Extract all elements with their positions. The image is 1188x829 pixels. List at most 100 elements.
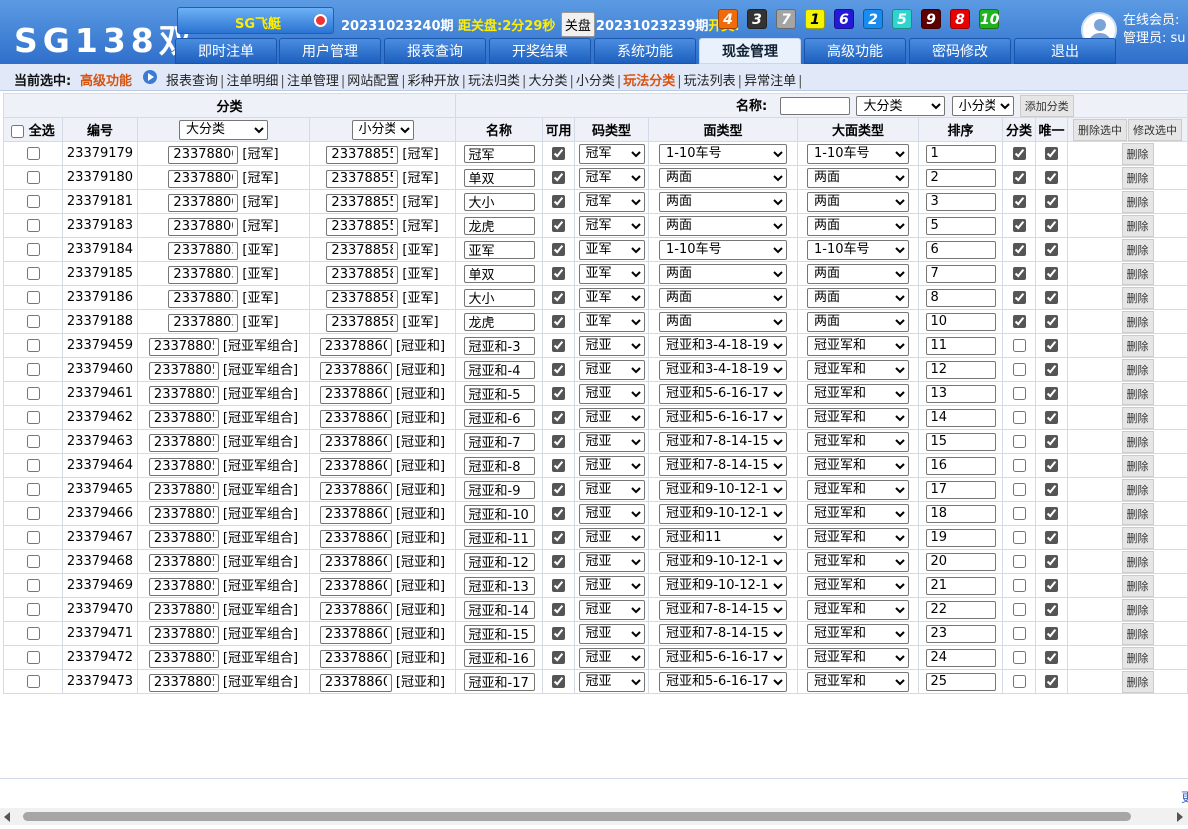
unique-checkbox[interactable]	[1045, 531, 1058, 544]
small-category-id-input[interactable]	[319, 457, 392, 476]
big-face-type-select[interactable]: 冠亚军和	[807, 599, 909, 620]
delete-button[interactable]: 删除	[1121, 286, 1154, 309]
name-input[interactable]	[463, 192, 535, 211]
enabled-checkbox[interactable]	[552, 219, 565, 232]
code-type-select[interactable]: 冠亚	[578, 527, 645, 548]
delete-button[interactable]: 删除	[1121, 358, 1154, 381]
big-category-id-input[interactable]	[148, 409, 219, 428]
unique-checkbox[interactable]	[1045, 219, 1058, 232]
row-checkbox[interactable]	[26, 483, 40, 496]
face-type-select[interactable]: 冠亚和11	[659, 527, 787, 548]
category-checkbox[interactable]	[1012, 651, 1026, 664]
nav-tab[interactable]: 系统功能	[594, 38, 696, 64]
big-face-type-select[interactable]: 两面	[807, 191, 909, 212]
face-type-select[interactable]: 冠亚和7-8-14-15	[659, 455, 787, 476]
small-category-id-input[interactable]	[326, 289, 399, 308]
sort-input[interactable]	[925, 600, 996, 619]
row-checkbox[interactable]	[26, 579, 40, 592]
big-category-id-input[interactable]	[148, 433, 219, 452]
code-type-select[interactable]: 冠亚	[578, 335, 645, 356]
delete-button[interactable]: 删除	[1121, 526, 1154, 549]
unique-checkbox[interactable]	[1045, 267, 1058, 280]
big-face-type-select[interactable]: 两面	[807, 215, 909, 236]
face-type-select[interactable]: 冠亚和9-10-12-13	[659, 551, 787, 572]
sort-input[interactable]	[925, 648, 996, 667]
sort-input[interactable]	[925, 528, 996, 547]
row-checkbox[interactable]	[26, 603, 40, 616]
name-input[interactable]	[463, 384, 535, 403]
delete-button[interactable]: 删除	[1121, 598, 1154, 621]
sort-input[interactable]	[925, 336, 996, 355]
sort-input[interactable]	[925, 576, 996, 595]
face-type-select[interactable]: 冠亚和9-10-12-13	[659, 503, 787, 524]
scroll-left-icon[interactable]	[4, 812, 10, 822]
row-checkbox[interactable]	[26, 291, 40, 304]
sort-input[interactable]	[925, 288, 996, 307]
name-input[interactable]	[463, 432, 535, 451]
enabled-checkbox[interactable]	[552, 459, 565, 472]
code-type-select[interactable]: 冠亚	[578, 671, 645, 692]
unique-checkbox[interactable]	[1045, 147, 1058, 160]
unique-checkbox[interactable]	[1045, 291, 1058, 304]
code-type-select[interactable]: 冠亚	[578, 479, 645, 500]
delete-button[interactable]: 删除	[1121, 262, 1154, 285]
face-type-select[interactable]: 冠亚和5-6-16-17	[659, 671, 787, 692]
category-checkbox[interactable]	[1012, 555, 1026, 568]
small-category-id-input[interactable]	[319, 505, 392, 524]
category-checkbox[interactable]	[1012, 411, 1026, 424]
big-face-type-select[interactable]: 冠亚军和	[807, 527, 909, 548]
name-input[interactable]	[463, 648, 535, 667]
category-checkbox[interactable]	[1012, 675, 1026, 688]
enabled-checkbox[interactable]	[552, 387, 565, 400]
small-category-id-input[interactable]	[319, 361, 392, 380]
big-face-type-select[interactable]: 1-10车号	[807, 239, 909, 260]
category-checkbox[interactable]	[1012, 363, 1026, 376]
unique-checkbox[interactable]	[1045, 651, 1058, 664]
code-type-select[interactable]: 冠军	[578, 191, 645, 212]
row-checkbox[interactable]	[26, 339, 40, 352]
row-checkbox[interactable]	[26, 147, 40, 160]
sort-input[interactable]	[925, 552, 996, 571]
row-checkbox[interactable]	[26, 675, 40, 688]
big-face-type-select[interactable]: 冠亚军和	[807, 551, 909, 572]
small-category-id-input[interactable]	[326, 217, 399, 236]
unique-checkbox[interactable]	[1045, 627, 1058, 640]
big-face-type-select[interactable]: 冠亚军和	[807, 479, 909, 500]
small-category-id-input[interactable]	[319, 337, 392, 356]
row-checkbox[interactable]	[26, 315, 40, 328]
category-checkbox[interactable]	[1012, 483, 1026, 496]
category-checkbox[interactable]	[1012, 387, 1026, 400]
code-type-select[interactable]: 冠军	[578, 143, 645, 164]
big-category-id-input[interactable]	[168, 169, 239, 188]
big-category-id-input[interactable]	[148, 361, 219, 380]
sub-nav-link[interactable]: 彩种开放	[408, 74, 460, 89]
enabled-checkbox[interactable]	[552, 483, 565, 496]
unique-checkbox[interactable]	[1045, 363, 1058, 376]
sub-nav-link[interactable]: 玩法归类	[468, 74, 520, 89]
small-category-id-input[interactable]	[319, 433, 392, 452]
delete-button[interactable]: 删除	[1121, 142, 1154, 165]
face-type-select[interactable]: 冠亚和3-4-18-19	[659, 359, 787, 380]
delete-button[interactable]: 删除	[1121, 238, 1154, 261]
enabled-checkbox[interactable]	[552, 675, 565, 688]
category-checkbox[interactable]	[1012, 195, 1026, 208]
big-category-id-input[interactable]	[148, 553, 219, 572]
row-checkbox[interactable]	[26, 171, 40, 184]
big-category-id-input[interactable]	[148, 601, 219, 620]
big-face-type-select[interactable]: 冠亚军和	[807, 335, 909, 356]
unique-checkbox[interactable]	[1045, 339, 1058, 352]
sort-input[interactable]	[925, 240, 996, 259]
category-checkbox[interactable]	[1012, 171, 1026, 184]
big-category-id-input[interactable]	[148, 673, 219, 692]
big-face-type-select[interactable]: 两面	[807, 263, 909, 284]
name-input[interactable]	[463, 672, 535, 691]
sort-input[interactable]	[925, 432, 996, 451]
unique-checkbox[interactable]	[1045, 579, 1058, 592]
small-category-id-input[interactable]	[319, 385, 392, 404]
name-input[interactable]	[463, 456, 535, 475]
unique-checkbox[interactable]	[1045, 603, 1058, 616]
small-category-id-input[interactable]	[319, 649, 392, 668]
small-category-id-input[interactable]	[319, 529, 392, 548]
nav-tab[interactable]: 高级功能	[804, 38, 906, 64]
big-face-type-select[interactable]: 冠亚军和	[807, 407, 909, 428]
